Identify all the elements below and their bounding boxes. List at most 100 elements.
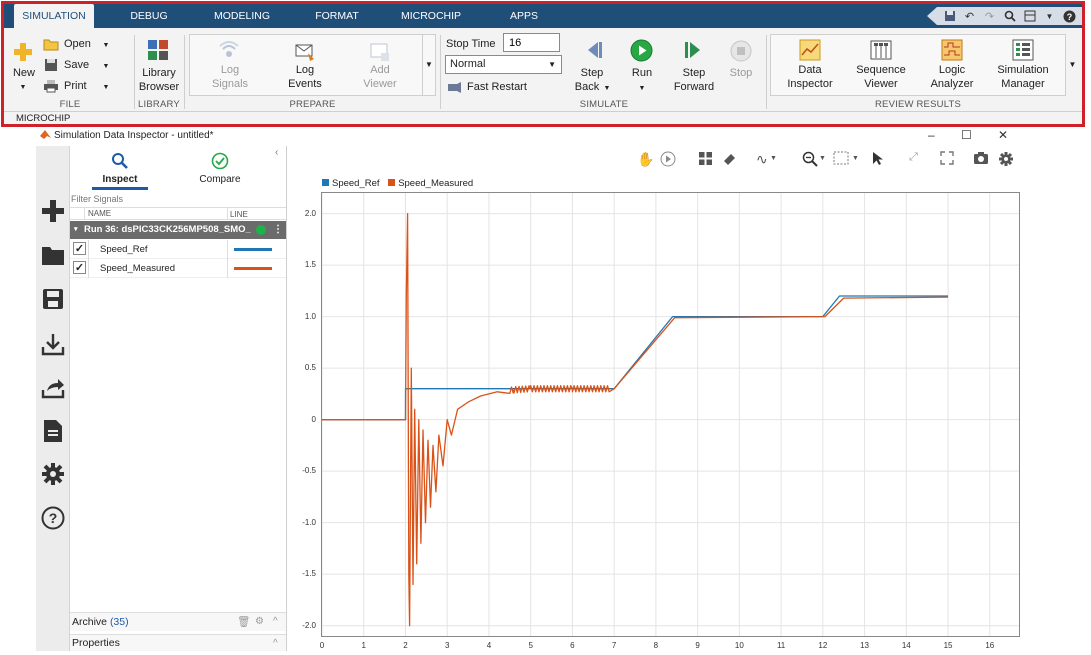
- data-inspector-icon[interactable]: [799, 39, 821, 61]
- layout-grid-icon[interactable]: [698, 151, 713, 169]
- minimize-button[interactable]: –: [928, 128, 935, 142]
- gallery-expand-arrow[interactable]: ▼: [422, 35, 435, 95]
- search-icon[interactable]: [1003, 10, 1016, 23]
- new-session-button[interactable]: [40, 198, 66, 224]
- zoom-icon[interactable]: [802, 151, 818, 170]
- series-line-speed-ref[interactable]: [322, 295, 948, 421]
- eraser-icon[interactable]: [722, 151, 737, 169]
- chevron-down-icon[interactable]: ▼: [819, 155, 826, 162]
- gear-icon[interactable]: [998, 151, 1014, 170]
- export-button[interactable]: [40, 375, 66, 401]
- chevron-up-icon[interactable]: ^: [273, 613, 278, 631]
- help-button[interactable]: ?: [40, 505, 66, 531]
- visualization-icon[interactable]: ∿: [756, 151, 768, 168]
- open-button[interactable]: Open: [64, 38, 94, 51]
- data-inspector-label[interactable]: Data: [783, 64, 837, 77]
- new-dropdown-arrow[interactable]: ▼: [17, 81, 29, 94]
- fast-restart-button[interactable]: Fast Restart: [467, 81, 537, 94]
- run-dropdown[interactable]: ▼: [637, 82, 647, 95]
- save-dropdown-arrow[interactable]: ▼: [101, 60, 111, 73]
- print-button[interactable]: Print: [64, 80, 94, 93]
- maximize-button[interactable]: ☐: [961, 128, 972, 142]
- import-button[interactable]: [40, 331, 66, 357]
- run-menu-icon[interactable]: ⋮: [273, 221, 283, 239]
- redo-icon[interactable]: ↷: [983, 10, 996, 23]
- fullscreen-icon[interactable]: [940, 151, 954, 168]
- run-icon[interactable]: [630, 39, 653, 62]
- step-forward-label[interactable]: Step: [671, 67, 717, 80]
- sequence-viewer-label[interactable]: Sequence: [851, 64, 911, 77]
- tab-microchip[interactable]: MICROCHIP: [391, 4, 471, 28]
- logic-analyzer-label[interactable]: Logic: [922, 64, 982, 77]
- tab-modeling[interactable]: MODELING: [204, 4, 280, 28]
- undo-icon[interactable]: ↶: [963, 10, 976, 23]
- data-inspector-label-2[interactable]: Inspector: [783, 78, 837, 91]
- logic-analyzer-label-2[interactable]: Analyzer: [922, 78, 982, 91]
- collapse-run-icon[interactable]: ▾: [74, 221, 78, 239]
- step-back-icon[interactable]: [582, 39, 604, 61]
- tab-simulation[interactable]: SIMULATION: [14, 4, 94, 28]
- review-expand-arrow[interactable]: ▼: [1066, 35, 1079, 95]
- run-label[interactable]: Run: [622, 67, 662, 80]
- play-icon[interactable]: [660, 151, 676, 170]
- sequence-viewer-icon[interactable]: [870, 39, 892, 61]
- open-session-button[interactable]: [40, 242, 66, 268]
- signal-checkbox[interactable]: ✓: [73, 242, 86, 255]
- simulation-manager-label-2[interactable]: Manager: [991, 78, 1055, 91]
- step-forward-icon[interactable]: [683, 39, 705, 61]
- open-dropdown-arrow[interactable]: ▼: [101, 39, 111, 52]
- tab-apps[interactable]: APPS: [499, 4, 549, 28]
- new-icon[interactable]: [12, 41, 34, 63]
- expand-icon[interactable]: ⤢: [909, 151, 918, 164]
- save-session-button[interactable]: [40, 286, 66, 312]
- save-button[interactable]: Save: [64, 59, 94, 72]
- logic-analyzer-icon[interactable]: [941, 39, 963, 61]
- report-button[interactable]: [40, 418, 66, 444]
- step-back-label[interactable]: Step: [572, 67, 612, 80]
- tab-inspect[interactable]: Inspect: [90, 174, 150, 185]
- settings-button[interactable]: [40, 461, 66, 487]
- archive-bar[interactable]: Archive (35) 🗑 ⚙ ^: [70, 612, 286, 631]
- help-icon[interactable]: ?: [1063, 10, 1076, 23]
- pan-hand-icon[interactable]: ✋: [637, 151, 654, 168]
- signal-row[interactable]: ✓ Speed_Ref: [70, 240, 286, 259]
- chevron-down-icon[interactable]: ▼: [1043, 10, 1056, 23]
- gear-icon[interactable]: ⚙: [255, 613, 264, 631]
- log-events-label-2[interactable]: Events: [284, 78, 326, 91]
- step-back-dropdown[interactable]: ▼: [602, 82, 612, 95]
- cursor-icon[interactable]: [872, 151, 885, 169]
- run-row[interactable]: ▾ Run 36: dsPIC33CK256MP508_SMO_ ⋮: [70, 221, 286, 239]
- close-button[interactable]: ✕: [998, 128, 1008, 142]
- print-dropdown-arrow[interactable]: ▼: [101, 81, 111, 94]
- line-style-swatch[interactable]: [234, 267, 272, 270]
- step-forward-label-2[interactable]: Forward: [671, 81, 717, 94]
- camera-icon[interactable]: [973, 151, 989, 168]
- tab-compare[interactable]: Compare: [190, 174, 250, 185]
- chevron-down-icon[interactable]: ▼: [770, 155, 777, 162]
- save-icon[interactable]: [943, 10, 956, 23]
- signal-checkbox[interactable]: ✓: [73, 261, 86, 274]
- tab-debug[interactable]: DEBUG: [114, 4, 184, 28]
- sequence-viewer-label-2[interactable]: Viewer: [851, 78, 911, 91]
- properties-bar[interactable]: Properties ^: [70, 634, 286, 651]
- filter-signals-input[interactable]: [70, 192, 286, 206]
- log-events-icon[interactable]: [294, 41, 316, 63]
- signal-row[interactable]: ✓ Speed_Measured: [70, 259, 286, 278]
- simulation-manager-label[interactable]: Simulation: [991, 64, 1055, 77]
- line-style-swatch[interactable]: [234, 248, 272, 251]
- simulation-manager-icon[interactable]: [1012, 39, 1034, 61]
- library-browser-label-2[interactable]: Browser: [136, 81, 182, 94]
- library-browser-icon[interactable]: [147, 39, 169, 61]
- layout-icon[interactable]: [1023, 10, 1036, 23]
- archive-count[interactable]: (35): [110, 616, 129, 628]
- step-back-label-2[interactable]: Back: [570, 81, 604, 94]
- library-browser-label[interactable]: Library: [136, 67, 182, 80]
- collapse-panel-icon[interactable]: ‹: [275, 147, 278, 158]
- chevron-down-icon[interactable]: ▼: [852, 155, 859, 162]
- chevron-up-icon[interactable]: ^: [273, 635, 278, 652]
- trash-icon[interactable]: 🗑: [237, 613, 250, 631]
- tab-format[interactable]: FORMAT: [302, 4, 372, 28]
- new-button[interactable]: New: [8, 67, 40, 80]
- log-events-label[interactable]: Log: [284, 64, 326, 77]
- simulation-mode-select[interactable]: Normal ▼: [445, 55, 562, 74]
